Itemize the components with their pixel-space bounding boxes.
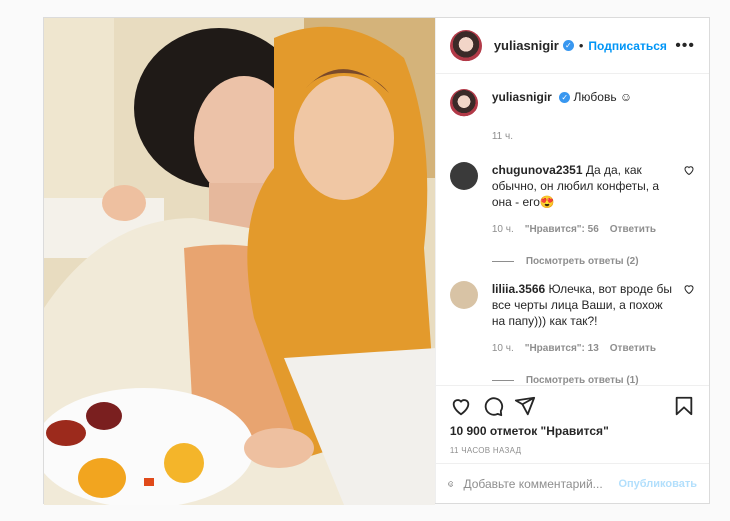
verified-icon: ✓ — [559, 92, 571, 104]
caption-avatar[interactable] — [449, 89, 478, 117]
view-replies-button[interactable]: Посмотреть ответы (2) — [491, 256, 695, 267]
like-comment-icon[interactable] — [683, 283, 695, 295]
post-card: yuliasnigir ✓ • Подписаться ••• yuliasni… — [43, 17, 710, 505]
comment-username[interactable]: chugunova2351 — [492, 163, 583, 177]
post-sidebar: yuliasnigir ✓ • Подписаться ••• yuliasni… — [434, 18, 709, 503]
post-photo[interactable] — [44, 18, 435, 505]
caption-username[interactable]: yuliasnigir — [492, 90, 552, 104]
comment-likes[interactable]: "Нравится": 13 — [525, 341, 599, 357]
comment-input[interactable] — [463, 476, 619, 491]
reply-button[interactable]: Ответить — [610, 341, 656, 357]
post-image — [44, 18, 435, 505]
comment-username[interactable]: liliia.3566 — [492, 282, 545, 296]
add-comment-bar: Опубликовать — [435, 463, 709, 503]
author-username[interactable]: yuliasnigir — [494, 38, 559, 53]
comment-item: liliia.3566 Юлечка, вот вроде бы все чер… — [449, 281, 695, 357]
like-icon[interactable] — [450, 395, 472, 417]
caption-text: Любовь ☺ — [573, 90, 633, 104]
follow-button[interactable]: Подписаться — [588, 39, 666, 53]
bookmark-icon[interactable] — [673, 395, 695, 417]
author-avatar[interactable] — [449, 29, 482, 62]
comment-likes[interactable]: "Нравится": 56 — [525, 222, 599, 238]
commenter-avatar[interactable] — [449, 281, 478, 309]
share-icon[interactable] — [514, 395, 536, 417]
comment-time: 10 ч. — [491, 224, 514, 235]
reply-button[interactable]: Ответить — [610, 222, 656, 238]
like-count[interactable]: 10 900 отметок "Нравится" — [450, 424, 695, 438]
separator-dot: • — [578, 38, 584, 53]
more-options-icon[interactable]: ••• — [675, 37, 695, 55]
caption: yuliasnigir ✓ Любовь ☺ — [449, 89, 695, 117]
view-replies-label: Посмотреть ответы (1) — [525, 375, 639, 385]
like-comment-icon[interactable] — [683, 164, 695, 176]
publish-button[interactable]: Опубликовать — [618, 478, 697, 490]
post-actions: 10 900 отметок "Нравится" 11 ЧАСОВ НАЗАД — [435, 385, 709, 465]
comments-list[interactable]: yuliasnigir ✓ Любовь ☺ 11 ч. chugunova23… — [436, 75, 709, 385]
view-replies-label: Посмотреть ответы (2) — [525, 256, 639, 267]
comment-icon[interactable] — [482, 395, 504, 417]
post-header: yuliasnigir ✓ • Подписаться ••• — [435, 18, 709, 74]
verified-icon: ✓ — [562, 40, 574, 51]
emoji-icon[interactable] — [448, 473, 454, 495]
caption-time: 11 ч. — [491, 131, 513, 142]
view-replies-button[interactable]: Посмотреть ответы (1) — [491, 375, 695, 385]
post-timestamp: 11 ЧАСОВ НАЗАД — [449, 446, 522, 455]
comment-item: chugunova2351 Да да, как обычно, он люби… — [449, 162, 695, 238]
commenter-avatar[interactable] — [449, 162, 478, 190]
comment-time: 10 ч. — [491, 343, 514, 354]
